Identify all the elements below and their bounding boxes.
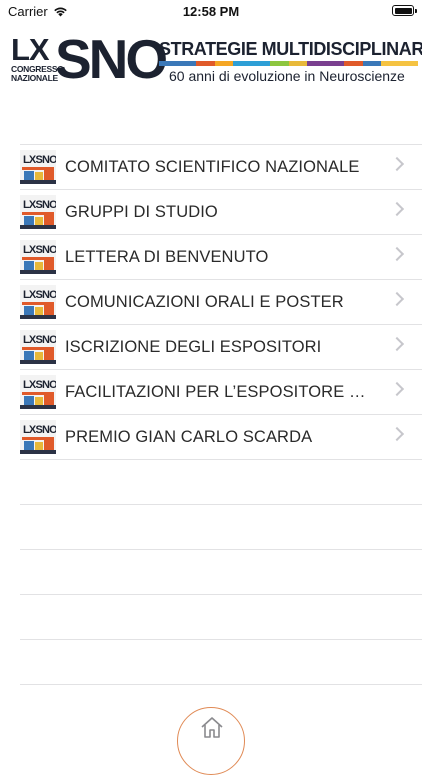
color-strip-segment xyxy=(270,61,289,66)
empty-row xyxy=(20,595,422,640)
menu-item-label: PREMIO GIAN CARLO SCARDA xyxy=(65,427,313,446)
svg-text:LXSNO: LXSNO xyxy=(23,199,56,211)
logo-lx: LX xyxy=(11,32,50,67)
home-icon xyxy=(201,717,223,738)
status-bar: Carrier 12:58 PM xyxy=(0,0,422,24)
menu-item-label: LETTERA DI BENVENUTO xyxy=(65,247,269,266)
menu-item-label: COMUNICAZIONI ORALI E POSTER xyxy=(65,292,344,311)
menu-item[interactable]: LXSNO FACILITAZIONI PER L’ESPOSITORE UN..… xyxy=(20,370,422,415)
color-strip-segment xyxy=(214,61,233,66)
color-strip xyxy=(159,61,418,66)
menu-item-label: ISCRIZIONE DEGLI ESPOSITORI xyxy=(65,337,322,356)
clock: 12:58 PM xyxy=(182,4,240,19)
chevron-right-icon xyxy=(389,291,405,307)
battery-fill xyxy=(394,7,412,14)
svg-text:LXSNO: LXSNO xyxy=(23,289,56,301)
home-button[interactable] xyxy=(177,707,245,775)
menu-item[interactable]: LXSNO COMITATO SCIENTIFICO NAZIONALE xyxy=(20,145,422,190)
menu-item[interactable]: LXSNO PREMIO GIAN CARLO SCARDA xyxy=(20,415,422,460)
menu-item-thumbnail: LXSNO xyxy=(20,375,59,409)
color-strip-segment xyxy=(288,61,307,66)
logo-sno: SNO xyxy=(55,28,168,90)
menu-item-label: FACILITAZIONI PER L’ESPOSITORE UN... xyxy=(65,382,375,401)
color-strip-segment xyxy=(381,61,418,66)
chevron-right-icon xyxy=(389,246,405,262)
menu-item-thumbnail: LXSNO xyxy=(20,240,59,274)
color-strip-segment xyxy=(344,61,363,66)
color-strip-segment xyxy=(159,61,196,66)
menu-list: LXSNO COMITATO SCIENTIFICO NAZIONALE LXSNO… xyxy=(20,145,422,685)
banner-title: STRATEGIE MULTIDISCIPLINARI xyxy=(159,39,422,59)
menu-item-label: GRUPPI DI STUDIO xyxy=(65,202,218,221)
chevron-right-icon xyxy=(389,381,405,397)
color-strip-segment xyxy=(196,61,215,66)
banner-subtitle: 60 anni di evoluzione in Neuroscienze xyxy=(169,68,405,84)
svg-text:LXSNO: LXSNO xyxy=(23,154,56,166)
menu-item[interactable]: LXSNO COMUNICAZIONI ORALI E POSTER xyxy=(20,280,422,325)
svg-text:LXSNO: LXSNO xyxy=(23,244,56,256)
menu-item-thumbnail: LXSNO xyxy=(20,150,59,184)
menu-item[interactable]: LXSNO GRUPPI DI STUDIO xyxy=(20,190,422,235)
color-strip-segment xyxy=(233,61,270,66)
battery-icon xyxy=(392,5,417,16)
chevron-right-icon xyxy=(389,336,405,352)
svg-text:LXSNO: LXSNO xyxy=(23,334,56,346)
svg-text:LXSNO: LXSNO xyxy=(23,424,56,436)
header-banner: LX CONGRESSO NAZIONALE SNO STRATEGIE MUL… xyxy=(8,28,422,92)
color-strip-segment xyxy=(307,61,344,66)
empty-row xyxy=(20,640,422,685)
menu-item[interactable]: LXSNO ISCRIZIONE DEGLI ESPOSITORI xyxy=(20,325,422,370)
chevron-right-icon xyxy=(389,426,405,442)
chevron-right-icon xyxy=(389,156,405,172)
menu-item[interactable]: LXSNO LETTERA DI BENVENUTO xyxy=(20,235,422,280)
menu-item-label: COMITATO SCIENTIFICO NAZIONALE xyxy=(65,157,360,176)
empty-row xyxy=(20,460,422,505)
menu-item-thumbnail: LXSNO xyxy=(20,195,59,229)
svg-text:LXSNO: LXSNO xyxy=(23,379,56,391)
empty-row xyxy=(20,505,422,550)
chevron-right-icon xyxy=(389,201,405,217)
menu-item-thumbnail: LXSNO xyxy=(20,285,59,319)
menu-item-thumbnail: LXSNO xyxy=(20,330,59,364)
color-strip-segment xyxy=(362,61,381,66)
menu-item-thumbnail: LXSNO xyxy=(20,420,59,454)
empty-row xyxy=(20,550,422,595)
